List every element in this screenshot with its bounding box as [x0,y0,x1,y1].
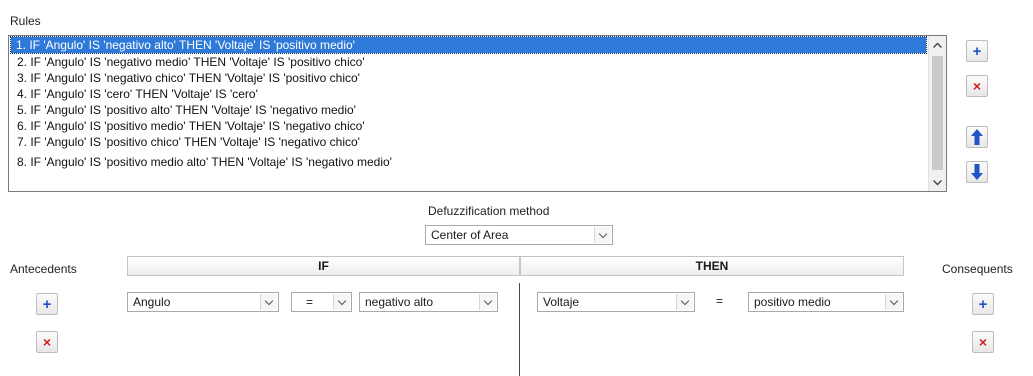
antecedent-operator-select[interactable]: = [291,292,352,312]
then-column-header: THEN [520,256,904,276]
rule-item[interactable]: 6. IF 'Angulo' IS 'positivo medio' THEN … [9,118,928,134]
antecedent-variable-value: Angulo [133,295,171,309]
defuzzification-select[interactable]: Center of Area [425,225,613,245]
delete-consequent-button[interactable]: × [972,331,994,353]
arrow-down-icon [971,164,983,180]
antecedent-term-select[interactable]: negativo alto [359,292,498,312]
add-antecedent-button[interactable]: + [36,293,58,315]
if-then-divider [519,283,520,376]
rules-listbox[interactable]: 1. IF 'Angulo' IS 'negativo alto' THEN '… [8,35,947,192]
rule-item[interactable]: 4. IF 'Angulo' IS 'cero' THEN 'Voltaje' … [9,86,928,102]
chevron-down-icon [333,294,350,310]
delete-antecedent-button[interactable]: × [36,331,58,353]
rule-item[interactable]: 1. IF 'Angulo' IS 'negativo alto' THEN '… [10,36,927,54]
x-icon: × [42,334,52,350]
x-icon: × [972,78,982,94]
consequent-operator-label: = [716,294,724,308]
move-rule-up-button[interactable] [966,126,988,148]
add-rule-button[interactable]: + [966,40,988,62]
chevron-down-icon [676,294,693,310]
consequent-variable-select[interactable]: Voltaje [537,292,695,312]
consequent-term-value: positivo medio [754,295,831,309]
x-icon: × [978,334,988,350]
scroll-down-button[interactable] [929,174,946,191]
move-rule-down-button[interactable] [966,161,988,183]
chevron-down-icon [885,294,902,310]
antecedent-operator-value: = [306,295,314,309]
defuzzification-label: Defuzzification method [428,204,550,218]
chevron-down-icon [594,227,611,243]
consequent-variable-value: Voltaje [543,295,580,309]
plus-icon: + [42,295,52,313]
rule-item[interactable]: 5. IF 'Angulo' IS 'positivo alto' THEN '… [9,102,928,118]
chevron-down-icon [260,294,277,310]
scrollbar-thumb[interactable] [932,56,943,170]
rule-item[interactable]: 2. IF 'Angulo' IS 'negativo medio' THEN … [9,54,928,70]
rule-item[interactable]: 3. IF 'Angulo' IS 'negativo chico' THEN … [9,70,928,86]
plus-icon: + [972,42,982,60]
rule-item[interactable]: 7. IF 'Angulo' IS 'positivo chico' THEN … [9,134,928,150]
if-column-header: IF [127,256,520,276]
consequent-term-select[interactable]: positivo medio [748,292,904,312]
antecedent-term-value: negativo alto [365,295,434,309]
consequents-label: Consequents [942,262,1013,276]
rules-scrollbar[interactable] [928,36,946,191]
chevron-down-icon [479,294,496,310]
defuzzification-value: Center of Area [431,228,509,242]
add-consequent-button[interactable]: + [972,293,994,315]
plus-icon: + [978,295,988,313]
scroll-up-button[interactable] [929,36,946,53]
chevron-down-icon [933,179,942,185]
rules-label: Rules [10,14,41,28]
delete-rule-button[interactable]: × [966,75,988,97]
rule-item[interactable]: 8. IF 'Angulo' IS 'positivo medio alto' … [9,154,928,170]
antecedent-variable-select[interactable]: Angulo [127,292,279,312]
antecedents-label: Antecedents [10,262,77,276]
arrow-up-icon [971,129,983,145]
chevron-up-icon [933,42,942,48]
